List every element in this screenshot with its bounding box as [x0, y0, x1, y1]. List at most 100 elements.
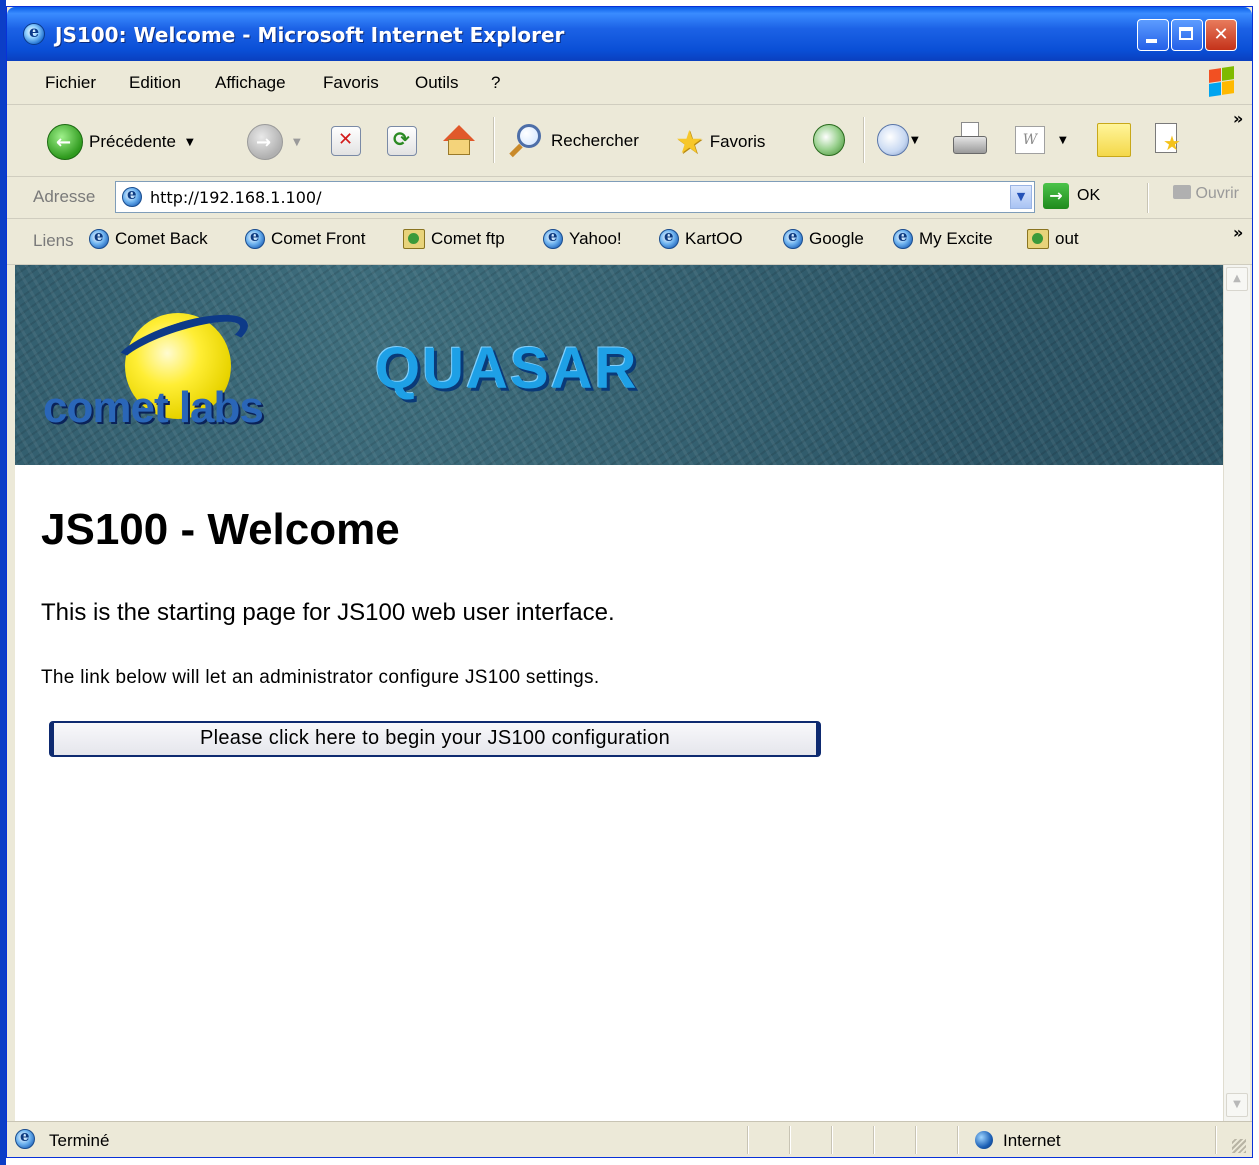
- go-button[interactable]: → OK: [1043, 183, 1100, 209]
- browser-window: JS100: Welcome - Microsoft Internet Expl…: [6, 6, 1253, 1158]
- intro-text: This is the starting page for JS100 web …: [41, 599, 615, 626]
- go-arrow-icon: →: [1043, 183, 1069, 209]
- globe-icon: [975, 1131, 993, 1149]
- comet-labs-logo: comet labs: [43, 383, 264, 432]
- menu-help[interactable]: ?: [491, 73, 500, 93]
- menu-affichage[interactable]: Affichage: [215, 73, 286, 93]
- edit-word-button[interactable]: W ▼: [1015, 126, 1067, 154]
- link-out[interactable]: out: [1027, 229, 1079, 249]
- ie-page-icon: [893, 227, 913, 249]
- open-label: Ouvrir: [1195, 185, 1240, 202]
- resize-grip-icon[interactable]: [1232, 1139, 1246, 1153]
- mail-button[interactable]: ▼: [877, 124, 919, 156]
- link-kartoo[interactable]: KartOO: [659, 227, 743, 249]
- link-comet-ftp[interactable]: Comet ftp: [403, 229, 505, 249]
- chevron-up-icon: ▲: [1233, 273, 1241, 284]
- scroll-down-button[interactable]: ▼: [1226, 1093, 1248, 1117]
- address-url[interactable]: http://192.168.1.100/: [150, 188, 321, 207]
- stop-button[interactable]: ✕: [331, 126, 361, 156]
- link-label: Comet Back: [115, 229, 208, 248]
- quasar-wordmark: QUASAR: [375, 336, 639, 401]
- back-button[interactable]: ← Précédente ▼: [47, 124, 194, 160]
- vertical-scrollbar[interactable]: ▲ ▼: [1223, 265, 1250, 1121]
- quasar-logo: QUASAR: [375, 335, 638, 402]
- ftp-folder-icon: [1027, 229, 1049, 249]
- page-content: comet labs QUASAR JS100 - Welcome This i…: [15, 265, 1223, 1121]
- link-my-excite[interactable]: My Excite: [893, 227, 993, 249]
- notes-icon: [1097, 123, 1131, 157]
- ie-icon[interactable]: [23, 22, 45, 45]
- open-icon: [1173, 185, 1191, 199]
- link-google[interactable]: Google: [783, 227, 864, 249]
- go-label: OK: [1077, 187, 1101, 204]
- window-title: JS100: Welcome - Microsoft Internet Expl…: [55, 23, 565, 47]
- menu-fichier[interactable]: Fichier: [45, 73, 96, 93]
- status-divider: [1215, 1126, 1217, 1154]
- maximize-icon: [1172, 20, 1202, 50]
- messenger-button[interactable]: ★: [1153, 123, 1185, 157]
- menu-favoris[interactable]: Favoris: [323, 73, 379, 93]
- refresh-button[interactable]: ⟳: [387, 126, 417, 156]
- status-divider: [789, 1126, 791, 1154]
- links-chevron-icon[interactable]: »: [1233, 223, 1243, 242]
- ie-page-icon: [245, 227, 265, 249]
- word-icon: W: [1015, 126, 1045, 154]
- open-button[interactable]: Ouvrir: [1173, 185, 1239, 203]
- link-label: Comet Front: [271, 229, 366, 248]
- forward-button[interactable]: → ▼: [247, 124, 301, 160]
- back-arrow-icon: ←: [47, 124, 83, 160]
- favorites-button[interactable]: ★ Favoris: [675, 123, 765, 161]
- search-button[interactable]: Rechercher: [507, 122, 639, 160]
- back-label: Précédente: [89, 132, 176, 151]
- header-banner: comet labs QUASAR: [15, 265, 1223, 465]
- ie-page-icon: [543, 227, 563, 249]
- security-zone-label: Internet: [1003, 1131, 1061, 1150]
- ie-page-icon: [89, 227, 109, 249]
- toolbar-chevron-icon[interactable]: »: [1233, 109, 1243, 128]
- status-text: Terminé: [49, 1131, 110, 1150]
- address-dropdown-button[interactable]: ▼: [1010, 185, 1032, 209]
- page-title: JS100 - Welcome: [41, 505, 400, 554]
- status-divider: [831, 1126, 833, 1154]
- scroll-up-button[interactable]: ▲: [1226, 267, 1248, 291]
- link-label: Google: [809, 229, 864, 248]
- toolbar-separator: [493, 117, 495, 163]
- toolbar-separator: [1147, 183, 1149, 213]
- admin-note: The link below will let an administrator…: [41, 667, 600, 688]
- status-divider: [747, 1126, 749, 1154]
- refresh-icon: ⟳: [387, 126, 417, 156]
- status-divider: [915, 1126, 917, 1154]
- notes-button[interactable]: [1097, 123, 1131, 157]
- forward-arrow-icon: →: [247, 124, 283, 160]
- status-divider: [873, 1126, 875, 1154]
- chevron-down-icon[interactable]: ▼: [911, 135, 919, 146]
- title-bar[interactable]: JS100: Welcome - Microsoft Internet Expl…: [7, 7, 1252, 61]
- menu-outils[interactable]: Outils: [415, 73, 458, 93]
- chevron-down-icon: ▼: [1233, 1099, 1241, 1110]
- begin-configuration-button[interactable]: Please click here to begin your JS100 co…: [49, 721, 821, 757]
- chevron-down-icon[interactable]: ▼: [293, 137, 301, 148]
- search-label: Rechercher: [551, 131, 639, 150]
- maximize-button[interactable]: [1171, 19, 1203, 51]
- menu-bar: Fichier Edition Affichage Favoris Outils…: [7, 61, 1252, 105]
- ftp-folder-icon: [403, 229, 425, 249]
- stop-icon: ✕: [331, 126, 361, 156]
- link-comet-front[interactable]: Comet Front: [245, 227, 366, 249]
- menu-edition[interactable]: Edition: [129, 73, 181, 93]
- address-input[interactable]: http://192.168.1.100/ ▼: [115, 181, 1035, 213]
- history-button[interactable]: [813, 124, 845, 156]
- ie-page-icon: [783, 227, 803, 249]
- history-icon: [813, 124, 845, 156]
- ie-page-icon: [15, 1127, 35, 1149]
- print-button[interactable]: [951, 122, 987, 158]
- favorites-label: Favoris: [709, 132, 766, 151]
- home-button[interactable]: [441, 123, 477, 159]
- link-comet-back[interactable]: Comet Back: [89, 227, 208, 249]
- minimize-button[interactable]: [1137, 19, 1169, 51]
- favorites-star-icon: ★: [675, 123, 704, 161]
- chevron-down-icon[interactable]: ▼: [186, 137, 194, 148]
- link-yahoo[interactable]: Yahoo!: [543, 227, 622, 249]
- close-button[interactable]: ✕: [1205, 19, 1237, 51]
- chevron-down-icon[interactable]: ▼: [1059, 135, 1067, 146]
- link-label: KartOO: [685, 229, 743, 248]
